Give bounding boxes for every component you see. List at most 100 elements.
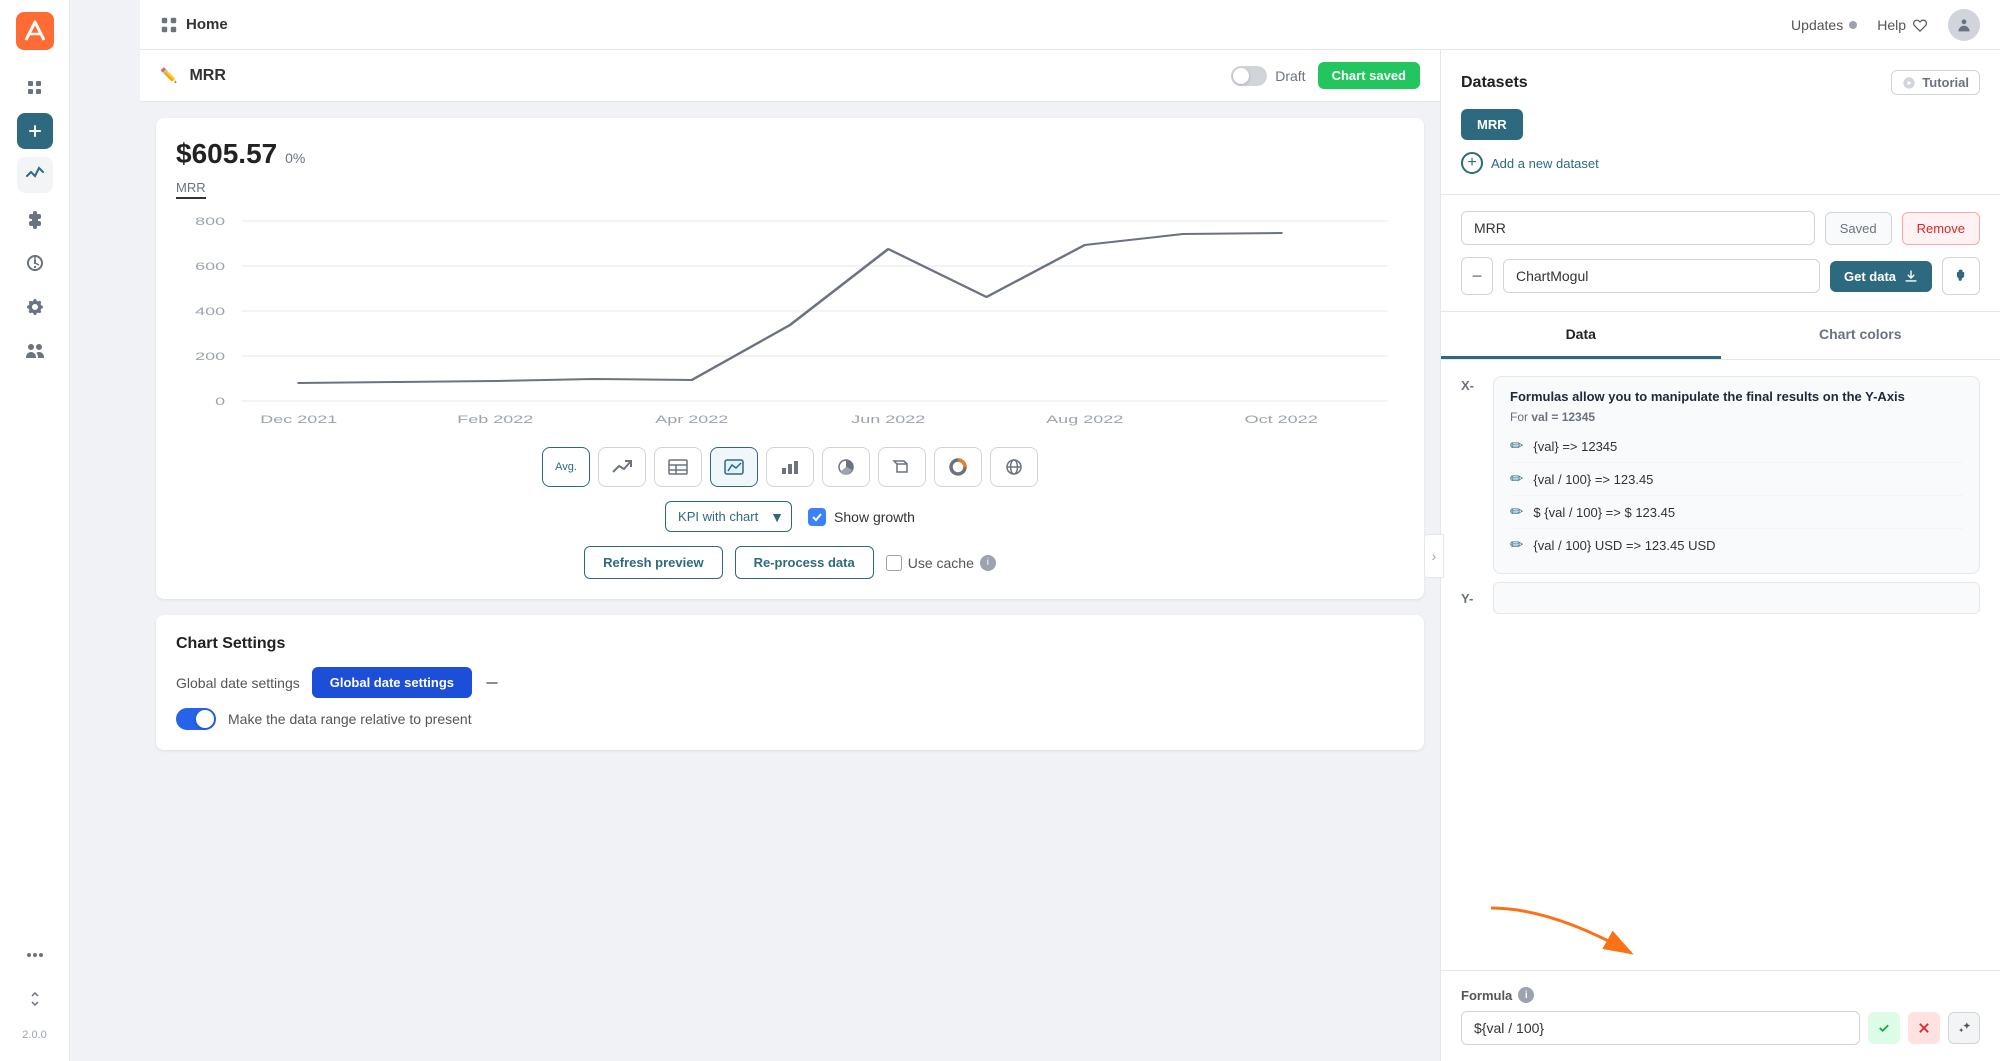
user-avatar[interactable] xyxy=(1948,9,1980,41)
check-icon xyxy=(1877,1021,1891,1035)
chart-settings-title: Chart Settings xyxy=(176,635,1404,653)
global-date-row: Global date settings Global date setting… xyxy=(176,667,1404,698)
tab-chart-colors[interactable]: Chart colors xyxy=(1721,312,2000,359)
formula-info-title: Formulas allow you to manipulate the fin… xyxy=(1510,389,1963,404)
reprocess-data-button[interactable]: Re-process data xyxy=(735,546,874,579)
formula-info-icon[interactable]: i xyxy=(1518,987,1534,1003)
updates-dot xyxy=(1849,21,1857,29)
dataset-name-input[interactable] xyxy=(1461,211,1815,245)
chart-saved-badge: Chart saved xyxy=(1318,62,1420,89)
chart-type-pie[interactable] xyxy=(822,447,870,487)
formula-example-label: For val = 12345 xyxy=(1510,410,1963,424)
home-nav-item[interactable]: Home xyxy=(160,16,228,34)
draft-label: Draft xyxy=(1275,68,1305,84)
formula-item-3: ✏ $ {val / 100} => $ 123.45 xyxy=(1510,496,1963,529)
formula-clear-button[interactable] xyxy=(1908,1012,1940,1044)
show-growth-checkbox[interactable] xyxy=(808,508,826,526)
tutorial-label: Tutorial xyxy=(1922,75,1969,90)
global-date-label: Global date settings xyxy=(176,675,300,691)
sidebar-item-settings[interactable] xyxy=(17,289,53,325)
action-buttons: Refresh preview Re-process data Use cach… xyxy=(176,546,1404,579)
chart-settings-card: Chart Settings Global date settings Glob… xyxy=(156,615,1424,750)
chart-type-select-wrapper: KPI with chart ▼ xyxy=(665,501,792,532)
formula-input[interactable] xyxy=(1461,1011,1860,1045)
sidebar-item-reports[interactable] xyxy=(17,245,53,281)
sidebar-item-analytics[interactable] xyxy=(17,157,53,193)
panel-collapse-toggle[interactable]: › xyxy=(1424,534,1444,578)
date-range-thumb xyxy=(196,710,214,728)
svg-text:600: 600 xyxy=(195,260,225,273)
sidebar-item-grid[interactable] xyxy=(17,69,53,105)
toggle-thumb xyxy=(1233,68,1249,84)
y-axis-formula-row: Y- xyxy=(1461,582,1980,614)
chart-type-3d[interactable] xyxy=(878,447,926,487)
use-cache-text: Use cache xyxy=(908,555,974,571)
draft-toggle[interactable] xyxy=(1231,66,1267,86)
show-growth-toggle[interactable]: Show growth xyxy=(808,508,915,526)
dataset-tab-mrr[interactable]: MRR xyxy=(1461,109,1523,140)
play-icon xyxy=(1902,76,1916,90)
sidebar-item-integrations[interactable] xyxy=(17,201,53,237)
formula-item-2: ✏ {val / 100} => 123.45 xyxy=(1510,463,1963,496)
plug-settings-button[interactable] xyxy=(1942,257,1980,295)
source-select[interactable]: ChartMogul xyxy=(1503,259,1820,293)
chart-type-bar[interactable] xyxy=(766,447,814,487)
datasets-title-row: Datasets Tutorial xyxy=(1461,70,1980,95)
date-range-toggle[interactable] xyxy=(176,708,216,730)
svg-text:Jun 2022: Jun 2022 xyxy=(851,413,925,426)
sidebar-logo[interactable] xyxy=(16,12,54,53)
tutorial-button[interactable]: Tutorial xyxy=(1891,70,1980,95)
chart-type-line-up[interactable] xyxy=(598,447,646,487)
formula-item-1: ✏ {val} => 12345 xyxy=(1510,430,1963,463)
refresh-preview-button[interactable]: Refresh preview xyxy=(584,546,722,579)
use-cache-checkbox[interactable] xyxy=(886,555,902,571)
chart-type-donut[interactable] xyxy=(934,447,982,487)
chart-type-select[interactable]: KPI with chart xyxy=(665,501,792,532)
chart-type-image-chart[interactable] xyxy=(710,447,758,487)
preview-card: $605.57 0% MRR xyxy=(156,118,1424,599)
controls-row: KPI with chart ▼ Show growth xyxy=(176,501,1404,532)
formula-label-text: Formula xyxy=(1461,988,1512,1003)
remove-button[interactable]: Remove xyxy=(1902,212,1980,245)
updates-button[interactable]: Updates xyxy=(1791,17,1857,33)
svg-text:200: 200 xyxy=(195,350,225,363)
x-axis-formula-row: X- Formulas allow you to manipulate the … xyxy=(1461,376,1980,574)
sidebar-item-more[interactable] xyxy=(17,937,53,973)
collapse-arrow-icon[interactable]: › xyxy=(1424,534,1444,578)
tab-data[interactable]: Data xyxy=(1441,312,1721,359)
right-panel: › Datasets Tutorial MRR + Add a new data… xyxy=(1440,50,2000,1061)
add-dataset-button[interactable]: + Add a new dataset xyxy=(1461,152,1980,174)
chart-titlebar: ✏️ MRR Draft Chart saved xyxy=(140,50,1440,102)
formula-confirm-button[interactable] xyxy=(1868,1012,1900,1044)
sidebar-item-add[interactable] xyxy=(17,113,53,149)
get-data-button[interactable]: Get data xyxy=(1830,261,1932,292)
date-settings-button[interactable]: Global date settings xyxy=(312,667,472,698)
sidebar-item-users[interactable] xyxy=(17,333,53,369)
chart-type-avg[interactable]: Avg. xyxy=(542,447,590,487)
edit-pencil-icon: ✏️ xyxy=(160,67,177,84)
minus-source-button[interactable]: − xyxy=(1461,257,1493,295)
x-icon xyxy=(1917,1021,1931,1035)
editor-area: ✏️ MRR Draft Chart saved $605.57 xyxy=(140,50,1440,1061)
add-dataset-label: Add a new dataset xyxy=(1491,156,1599,171)
chart-container: 800 600 400 200 0 Dec 2021 Feb 2022 Apr … xyxy=(176,211,1404,431)
help-button[interactable]: Help xyxy=(1877,17,1928,33)
draft-toggle-area: Draft xyxy=(1231,66,1305,86)
date-range-row: Make the data range relative to present xyxy=(176,708,1404,730)
download-icon xyxy=(1904,269,1918,283)
cache-info-icon[interactable]: i xyxy=(980,555,996,571)
formula-magic-button[interactable] xyxy=(1948,1012,1980,1044)
saved-button[interactable]: Saved xyxy=(1825,212,1892,245)
use-cache-label[interactable]: Use cache i xyxy=(886,555,996,571)
svg-text:Aug 2022: Aug 2022 xyxy=(1046,413,1123,426)
kpi-value: $605.57 xyxy=(176,138,277,169)
chart-type-globe[interactable] xyxy=(990,447,1038,487)
kpi-display: $605.57 0% xyxy=(176,138,1404,170)
chart-title[interactable]: MRR xyxy=(189,67,225,85)
sidebar-version: 2.0.0 xyxy=(22,1029,46,1049)
formula-label-row: Formula i xyxy=(1461,987,1980,1003)
sidebar-collapse-toggle[interactable] xyxy=(17,981,53,1017)
chart-type-table[interactable] xyxy=(654,447,702,487)
svg-text:800: 800 xyxy=(195,215,225,228)
svg-text:Oct 2022: Oct 2022 xyxy=(1245,413,1318,426)
